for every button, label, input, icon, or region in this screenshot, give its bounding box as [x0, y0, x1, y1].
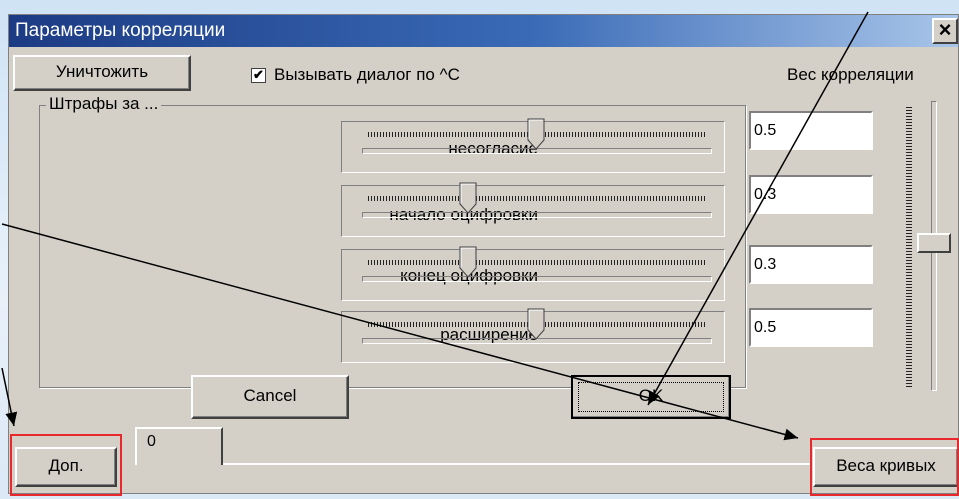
annotation-arrows	[1, 11, 869, 441]
arrow-to-extra	[1, 367, 18, 427]
arrow-to-ok	[647, 11, 869, 406]
arrow-to-curve-weights	[1, 223, 799, 441]
